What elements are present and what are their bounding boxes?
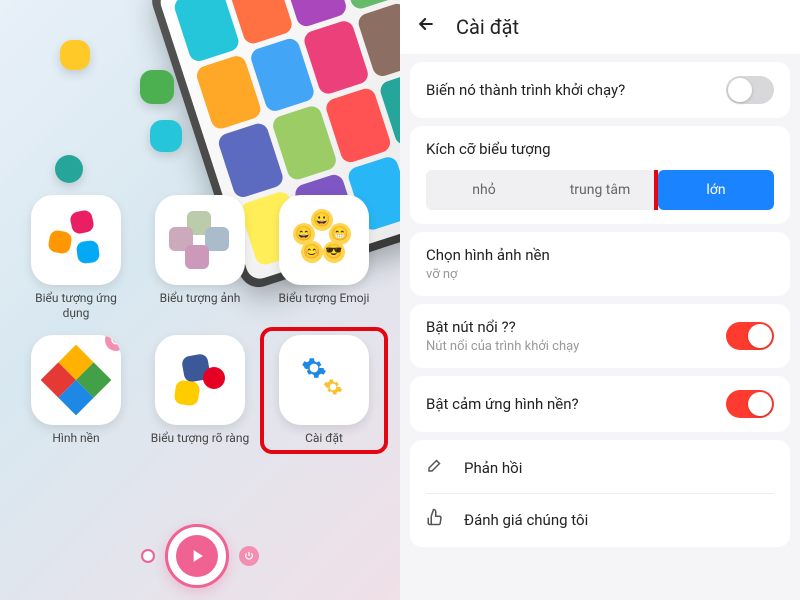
edit-icon bbox=[426, 456, 452, 479]
floating-app-icon bbox=[60, 40, 90, 70]
app-icon-tile[interactable]: Biểu tượng ứng dụng bbox=[20, 195, 132, 321]
icon-size-segmented: nhỏ trung tâm lớn bbox=[426, 170, 774, 210]
app-grid: Biểu tượng ứng dụng Biểu tượng ảnh bbox=[0, 195, 400, 446]
highlight-box: lớn bbox=[654, 170, 774, 210]
icon-size-section: Kích cỡ biểu tượng nhỏ trung tâm lớn bbox=[410, 126, 790, 224]
float-button-row[interactable]: Bật nút nổi ?? Nút nổi của trình khởi ch… bbox=[410, 304, 790, 368]
wallpaper-select-row[interactable]: Chọn hình ảnh nền vỡ nợ bbox=[410, 232, 790, 296]
size-option-large[interactable]: lớn bbox=[658, 170, 774, 210]
settings-screen: Cài đặt Biến nó thành trình khởi chạy? K… bbox=[400, 0, 800, 600]
tile-label: Hình nền bbox=[52, 431, 99, 446]
tile-label: Biểu tượng Emoji bbox=[279, 291, 370, 306]
settings-tile[interactable]: Cài đặt bbox=[268, 335, 380, 446]
floating-action-button[interactable] bbox=[141, 524, 259, 588]
tile-label: Biểu tượng rõ ràng bbox=[151, 431, 249, 446]
header: Cài đặt bbox=[400, 0, 800, 54]
floating-app-icon bbox=[150, 120, 182, 152]
size-option-small[interactable]: nhỏ bbox=[426, 170, 542, 210]
floating-app-icon bbox=[140, 70, 174, 104]
row-label: Phản hồi bbox=[464, 459, 522, 477]
size-option-medium[interactable]: trung tâm bbox=[542, 170, 658, 210]
toggle-switch[interactable] bbox=[726, 76, 774, 104]
clear-icon-tile[interactable]: Biểu tượng rõ ràng bbox=[144, 335, 256, 446]
tile-label: Biểu tượng ứng dụng bbox=[26, 291, 126, 321]
power-icon bbox=[239, 546, 259, 566]
wallpaper-tile[interactable]: Hình nền bbox=[20, 335, 132, 446]
toggle-switch[interactable] bbox=[726, 390, 774, 418]
feedback-row[interactable]: Phản hồi bbox=[426, 446, 774, 489]
row-label: Kích cỡ biểu tượng bbox=[426, 140, 774, 158]
row-label: Biến nó thành trình khởi chạy? bbox=[426, 81, 625, 99]
toggle-switch[interactable] bbox=[726, 322, 774, 350]
back-icon[interactable] bbox=[416, 14, 440, 40]
page-title: Cài đặt bbox=[456, 15, 519, 39]
tile-label: Biểu tượng ảnh bbox=[160, 291, 241, 306]
more-section: Phản hồi Đánh giá chúng tôi bbox=[410, 440, 790, 547]
row-label: Chọn hình ảnh nền bbox=[426, 246, 774, 264]
highlight-box: Cài đặt bbox=[260, 327, 388, 454]
wallpaper-touch-row[interactable]: Bật cảm ứng hình nền? bbox=[410, 376, 790, 432]
floating-app-icon bbox=[55, 155, 83, 183]
emoji-icon-tile[interactable]: 😀 😄 😁 😊 😎 Biểu tượng Emoji bbox=[268, 195, 380, 321]
photo-icon-tile[interactable]: Biểu tượng ảnh bbox=[144, 195, 256, 321]
launcher-home-screen: Biểu tượng ứng dụng Biểu tượng ảnh bbox=[0, 0, 400, 600]
row-value: vỡ nợ bbox=[426, 267, 774, 282]
power-icon bbox=[105, 335, 121, 351]
row-label: Bật nút nổi ?? bbox=[426, 318, 579, 336]
thumbs-up-icon bbox=[426, 508, 452, 531]
rate-row[interactable]: Đánh giá chúng tôi bbox=[426, 498, 774, 541]
make-launcher-row[interactable]: Biến nó thành trình khởi chạy? bbox=[410, 62, 790, 118]
row-sublabel: Nút nổi của trình khởi chạy bbox=[426, 339, 579, 354]
row-label: Đánh giá chúng tôi bbox=[464, 511, 588, 529]
row-label: Bật cảm ứng hình nền? bbox=[426, 395, 579, 413]
tile-label: Cài đặt bbox=[305, 431, 343, 446]
